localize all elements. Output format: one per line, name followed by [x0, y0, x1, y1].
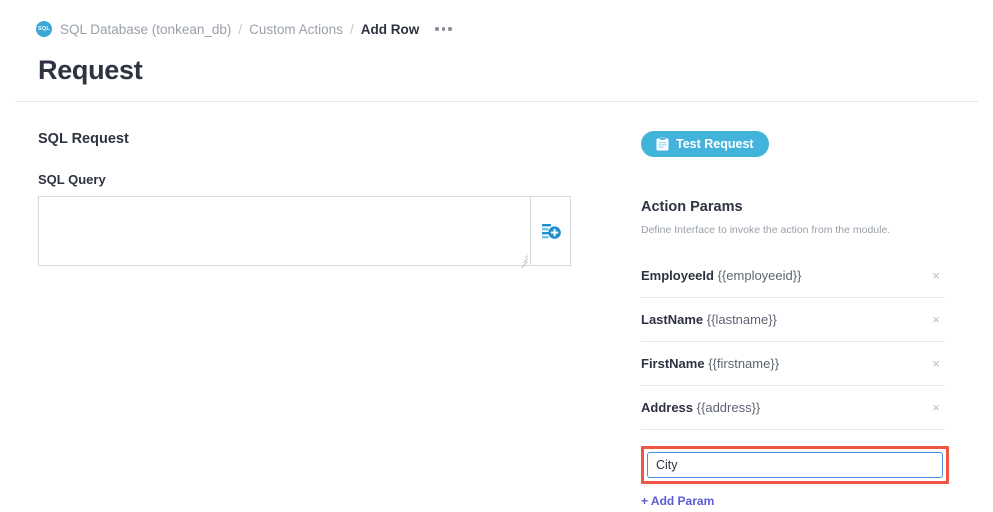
param-list: EmployeeId {{employeeid}} × LastName {{l…: [641, 254, 945, 430]
insert-field-button[interactable]: [531, 196, 571, 266]
dot: [448, 27, 452, 31]
breadcrumb-item-sql-database[interactable]: SQL Database (tonkean_db): [60, 22, 231, 37]
sql-query-input[interactable]: [38, 196, 531, 269]
remove-param-icon[interactable]: ×: [927, 398, 945, 417]
dot: [435, 27, 439, 31]
param-row[interactable]: FirstName {{firstname}} ×: [641, 342, 945, 386]
header-divider: [15, 101, 978, 102]
param-name: LastName: [641, 312, 704, 327]
breadcrumb-separator: /: [238, 21, 243, 37]
sql-request-panel: SQL Request SQL Query: [38, 131, 573, 269]
remove-param-icon[interactable]: ×: [927, 310, 945, 329]
breadcrumb-item-custom-actions[interactable]: Custom Actions: [249, 22, 343, 37]
param-row[interactable]: EmployeeId {{employeeid}} ×: [641, 254, 945, 298]
dot: [441, 27, 446, 31]
param-token: {{employeeid}}: [717, 268, 802, 283]
sql-request-heading: SQL Request: [38, 131, 129, 147]
test-request-label: Test Request: [676, 137, 754, 151]
param-token: {{lastname}}: [706, 312, 777, 327]
clipboard-icon: [656, 137, 669, 151]
resize-handle-icon[interactable]: [519, 254, 528, 269]
breadcrumb-separator: /: [349, 21, 354, 37]
param-name: Address: [641, 400, 694, 415]
breadcrumb-item-add-row: Add Row: [360, 21, 420, 37]
param-label: EmployeeId {{employeeid}}: [641, 268, 801, 283]
insert-field-icon: [541, 224, 561, 239]
remove-param-icon[interactable]: ×: [927, 266, 945, 285]
more-options-icon[interactable]: [433, 23, 454, 35]
action-params-heading: Action Params: [641, 199, 743, 215]
param-name: FirstName: [641, 356, 705, 371]
page-title: Request: [38, 55, 143, 85]
action-params-subtitle: Define Interface to invoke the action fr…: [641, 224, 891, 236]
param-row[interactable]: Address {{address}} ×: [641, 386, 945, 430]
action-params-panel: Test Request Action Params Define Interf…: [641, 131, 949, 510]
remove-param-icon[interactable]: ×: [927, 354, 945, 373]
param-row[interactable]: LastName {{lastname}} ×: [641, 298, 945, 342]
sql-query-label: SQL Query: [38, 172, 106, 187]
new-param-highlight: [641, 446, 949, 484]
add-param-link[interactable]: + Add Param: [641, 494, 714, 508]
new-param-input[interactable]: [647, 452, 943, 478]
param-token: {{address}}: [696, 400, 761, 415]
sql-database-icon: SQL: [36, 21, 52, 37]
test-request-button[interactable]: Test Request: [641, 131, 769, 157]
param-token: {{firstname}}: [708, 356, 780, 371]
param-label: FirstName {{firstname}}: [641, 356, 779, 371]
param-label: LastName {{lastname}}: [641, 312, 777, 327]
sql-query-row: [38, 196, 571, 269]
param-name: EmployeeId: [641, 268, 714, 283]
param-label: Address {{address}}: [641, 400, 760, 415]
breadcrumb: SQL SQL Database (tonkean_db) / Custom A…: [36, 19, 454, 39]
